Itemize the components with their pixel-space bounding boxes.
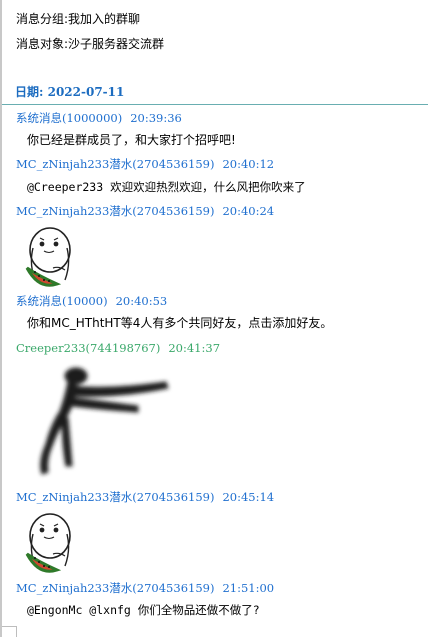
message-sender[interactable]: 系统消息(10000) — [16, 294, 108, 308]
message-sender[interactable]: MC_zNinjah233潜水(2704536159) — [16, 490, 214, 504]
message-text: 你已经是群成员了，和大家打个招呼吧! — [27, 133, 236, 147]
crying-meme-sticker-icon — [25, 227, 71, 287]
creature-silhouette-sticker-icon — [40, 367, 169, 475]
message-sender[interactable]: MC_zNinjah233潜水(2704536159) — [16, 204, 214, 218]
message-sender[interactable]: MC_zNinjah233潜水(2704536159) — [16, 581, 214, 595]
message-text: @Creeper233 欢迎欢迎热烈欢迎，什么风把你吹来了 — [27, 180, 306, 194]
message-sender[interactable]: Creeper233(744198767) — [16, 341, 160, 355]
crying-meme-sticker-icon — [25, 513, 71, 573]
sticker-image[interactable] — [25, 224, 71, 294]
message-time: 20:45:14 — [222, 490, 275, 504]
message-time: 20:40:24 — [222, 204, 275, 218]
message-time: 20:40:12 — [222, 157, 275, 171]
message-header: Creeper233(744198767) 20:41:37 — [16, 340, 220, 356]
message-group-label: 消息分组:我加入的群聊 — [16, 12, 141, 26]
message-time: 20:39:36 — [130, 111, 182, 125]
date-header: 日期: 2022-07-11 — [15, 85, 125, 99]
sticker-image[interactable] — [28, 362, 174, 484]
message-header: MC_zNinjah233潜水(2704536159) 20:45:14 — [16, 489, 274, 505]
message-time: 20:41:37 — [168, 341, 221, 355]
message-header: MC_zNinjah233潜水(2704536159) 21:51:00 — [16, 580, 274, 596]
message-text: 你和MC_HThtHT等4人有多个共同好友，点击添加好友。 — [27, 316, 333, 330]
message-header: MC_zNinjah233潜水(2704536159) 20:40:24 — [16, 203, 274, 219]
message-target-label: 消息对象:沙子服务器交流群 — [16, 37, 165, 51]
message-text: @EngonMc @lxnfg 你们全物品还做不做了? — [27, 603, 260, 617]
message-time: 20:40:53 — [115, 294, 168, 308]
message-header: MC_zNinjah233潜水(2704536159) 20:40:12 — [16, 156, 274, 172]
message-header: 系统消息(1000000) 20:39:36 — [16, 110, 182, 126]
chat-history-page: 消息分组:我加入的群聊 消息对象:沙子服务器交流群 日期: 2022-07-11… — [0, 0, 428, 637]
message-sender[interactable]: 系统消息(1000000) — [16, 111, 122, 125]
message-header: 系统消息(10000) 20:40:53 — [16, 293, 167, 309]
message-sender[interactable]: MC_zNinjah233潜水(2704536159) — [16, 157, 214, 171]
message-time: 21:51:00 — [222, 581, 275, 595]
date-divider — [2, 104, 428, 105]
page-corner-mark — [2, 626, 17, 637]
sticker-image[interactable] — [25, 510, 71, 580]
